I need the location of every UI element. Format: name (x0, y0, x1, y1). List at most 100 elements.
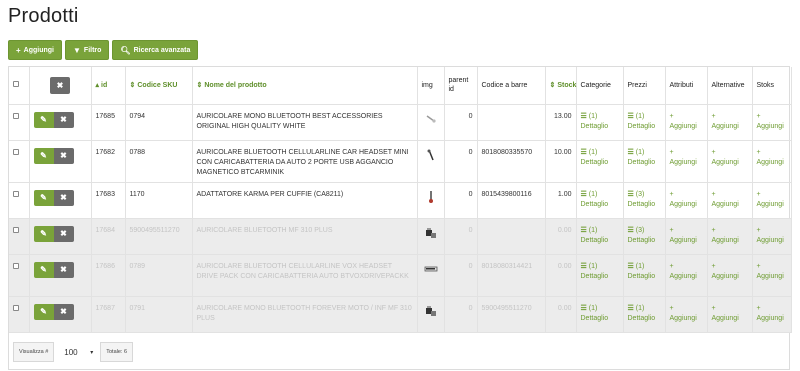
prices-detail-link[interactable]: Dettaglio (628, 122, 661, 132)
cell-barcode: 5900495511270 (477, 296, 546, 333)
table-row[interactable]: ✎ ✖ 17682 0788 AURICOLARE BLUETOOTH CELLULAR… (9, 140, 792, 183)
prices-detail-link[interactable]: Dettaglio (628, 314, 661, 324)
cell-prices: ☰ (1) Dettaglio (623, 104, 666, 141)
add-alternative-link[interactable]: Aggiungi (712, 272, 748, 282)
row-checkbox[interactable] (13, 304, 19, 311)
prices-detail-link[interactable]: Dettaglio (628, 236, 661, 246)
page-size-select[interactable]: 100 ▾ (58, 342, 97, 362)
cell-prices: ☰ (1) Dettaglio (623, 296, 666, 333)
categories-detail-link[interactable]: Dettaglio (581, 158, 619, 168)
row-checkbox[interactable] (13, 190, 19, 197)
categories-link[interactable]: ☰ (1) (581, 190, 619, 200)
row-checkbox[interactable] (13, 226, 19, 233)
add-alternative-link[interactable]: Aggiungi (712, 122, 748, 132)
add-attribute-link[interactable]: Aggiungi (670, 122, 703, 132)
categories-link[interactable]: ☰ (1) (581, 112, 619, 122)
prices-detail-link[interactable]: Dettaglio (628, 158, 661, 168)
prices-link[interactable]: ☰ (1) (628, 112, 661, 122)
column-header-sku[interactable]: ⇕ Codice SKU (125, 67, 193, 105)
row-checkbox-cell[interactable] (9, 140, 30, 183)
categories-detail-link[interactable]: Dettaglio (581, 236, 619, 246)
delete-button[interactable]: ✖ (53, 261, 74, 278)
edit-button[interactable]: ✎ (33, 225, 54, 242)
add-stok-link[interactable]: Aggiungi (757, 272, 787, 282)
prices-link[interactable]: ☰ (1) (628, 148, 661, 158)
select-all-checkbox[interactable] (13, 81, 19, 88)
products-table: ✖ ▴ id ⇕ Codice SKU ⇕ Nome del prodotto img… (8, 66, 792, 370)
row-checkbox-cell[interactable] (9, 218, 30, 255)
advanced-search-button[interactable]: 🔍︎ Ricerca avanzata (112, 40, 199, 60)
prices-link[interactable]: ☰ (1) (628, 262, 661, 272)
add-alternative-link[interactable]: Aggiungi (712, 236, 748, 246)
add-attribute-link[interactable]: Aggiungi (670, 272, 703, 282)
delete-button[interactable]: ✖ (53, 303, 74, 320)
edit-button[interactable]: ✎ (33, 261, 54, 278)
row-checkbox[interactable] (13, 148, 19, 155)
categories-link[interactable]: ☰ (1) (581, 304, 619, 314)
add-alternative-link[interactable]: Aggiungi (712, 314, 748, 324)
add-attribute-link[interactable]: Aggiungi (670, 200, 703, 210)
row-actions: ✎ ✖ (29, 254, 92, 297)
row-checkbox[interactable] (13, 262, 19, 269)
column-header-name[interactable]: ⇕ Nome del prodotto (192, 67, 418, 105)
add-stok-link[interactable]: Aggiungi (757, 200, 787, 210)
cell-alternatives: + Aggiungi (707, 140, 753, 183)
categories-detail-link[interactable]: Dettaglio (581, 314, 619, 324)
close-icon: ✖ (60, 306, 67, 316)
filter-button[interactable]: ▼ Filtro (65, 40, 110, 60)
categories-detail-link[interactable]: Dettaglio (581, 272, 619, 282)
add-stok-link[interactable]: Aggiungi (757, 236, 787, 246)
table-row[interactable]: ✎ ✖ 17687 0791 AURICOLARE MONO BLUETOOTH FOR… (9, 296, 792, 333)
edit-button[interactable]: ✎ (33, 147, 54, 164)
column-header-attributes: Attributi (665, 67, 708, 105)
cell-barcode: 8015439800116 (477, 182, 546, 219)
add-alternative-link[interactable]: Aggiungi (712, 158, 748, 168)
table-row[interactable]: ✎ ✖ 17685 0794 AURICOLARE MONO BLUETOOTH BES… (9, 104, 792, 141)
cell-stoks: + Aggiungi (752, 182, 792, 219)
delete-button[interactable]: ✖ (53, 111, 74, 128)
table-row[interactable]: ✎ ✖ 17683 1170 ADATTATORE KARMA PER CUFFIE (… (9, 182, 792, 219)
add-attribute-link[interactable]: Aggiungi (670, 158, 703, 168)
edit-button[interactable]: ✎ (33, 111, 54, 128)
column-header-stock[interactable]: ⇕ Stock (545, 67, 577, 105)
delete-button[interactable]: ✖ (53, 225, 74, 242)
column-header-barcode: Codice a barre (477, 67, 546, 105)
add-attribute-link[interactable]: Aggiungi (670, 236, 703, 246)
plus-icon: + (669, 148, 674, 156)
bulk-delete-button[interactable]: ✖ (50, 76, 70, 94)
row-checkbox[interactable] (13, 112, 19, 119)
prices-link[interactable]: ☰ (3) (628, 226, 661, 236)
column-header-img: img (417, 67, 445, 105)
row-checkbox-cell[interactable] (9, 254, 30, 297)
edit-button[interactable]: ✎ (33, 303, 54, 320)
column-header-id[interactable]: ▴ id (91, 67, 126, 105)
list-icon: ☰ (580, 112, 587, 120)
add-attribute-link[interactable]: Aggiungi (670, 314, 703, 324)
close-icon: ✖ (60, 264, 67, 274)
delete-button[interactable]: ✖ (53, 147, 74, 164)
add-stok-link[interactable]: Aggiungi (757, 314, 787, 324)
categories-link[interactable]: ☰ (1) (581, 262, 619, 272)
prices-link[interactable]: ☰ (1) (628, 304, 661, 314)
prices-detail-link[interactable]: Dettaglio (628, 200, 661, 210)
row-checkbox-cell[interactable] (9, 182, 30, 219)
total-count: Totale: 6 (100, 342, 134, 362)
categories-link[interactable]: ☰ (1) (581, 226, 619, 236)
table-row[interactable]: ✎ ✖ 17686 0789 AURICOLARE BLUETOOTH CELLULAR… (9, 254, 792, 297)
table-row[interactable]: ✎ ✖ 17684 5900495511270 AURICOLARE BLUETOOTH… (9, 218, 792, 255)
row-checkbox-cell[interactable] (9, 296, 30, 333)
add-stok-link[interactable]: Aggiungi (757, 122, 787, 132)
cell-name: AURICOLARE MONO BLUETOOTH FOREVER MOTO /… (192, 296, 418, 333)
select-all-checkbox-cell[interactable] (9, 67, 30, 105)
categories-detail-link[interactable]: Dettaglio (581, 122, 619, 132)
prices-link[interactable]: ☰ (3) (628, 190, 661, 200)
categories-detail-link[interactable]: Dettaglio (581, 200, 619, 210)
categories-link[interactable]: ☰ (1) (581, 148, 619, 158)
delete-button[interactable]: ✖ (53, 189, 74, 206)
add-button[interactable]: + Aggiungi (8, 40, 62, 60)
edit-button[interactable]: ✎ (33, 189, 54, 206)
row-checkbox-cell[interactable] (9, 104, 30, 141)
prices-detail-link[interactable]: Dettaglio (628, 272, 661, 282)
add-stok-link[interactable]: Aggiungi (757, 158, 787, 168)
add-alternative-link[interactable]: Aggiungi (712, 200, 748, 210)
